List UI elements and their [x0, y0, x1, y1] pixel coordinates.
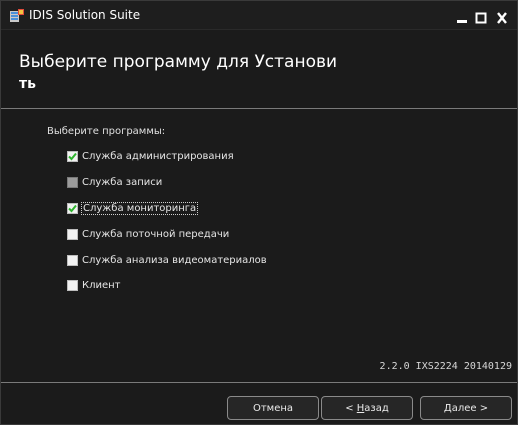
- version-label: 2.2.0 IXS2224 20140129: [379, 361, 512, 372]
- checkmark-icon: [68, 204, 77, 212]
- window-title: IDIS Solution Suite: [29, 8, 141, 22]
- cancel-button[interactable]: Отмена: [227, 396, 319, 420]
- option-monitoring-service[interactable]: Служба мониторинга: [67, 201, 199, 215]
- title-bar[interactable]: IDIS Solution Suite: [1, 1, 517, 30]
- maximize-icon[interactable]: [474, 9, 488, 24]
- option-label: Служба записи: [82, 176, 163, 188]
- checkbox-streaming-service[interactable]: [67, 228, 78, 240]
- option-label: Служба анализа видеоматериалов: [82, 254, 267, 266]
- page-title-line-1: Выберите программу для Установи: [19, 52, 338, 72]
- checkmark-icon: [68, 152, 77, 160]
- next-button[interactable]: Далее >: [420, 396, 512, 420]
- next-button-rest: алее >: [451, 402, 489, 414]
- next-button-hotkey: Д: [443, 402, 452, 414]
- checkbox-monitoring-service[interactable]: [67, 202, 78, 214]
- installer-window: IDIS Solution Suite Выберите программу д…: [0, 0, 518, 425]
- page-title-line-2: ть: [19, 76, 36, 92]
- checkbox-client[interactable]: [67, 279, 78, 291]
- back-button-prefix: <: [345, 402, 357, 414]
- option-admin-service[interactable]: Служба администрирования: [67, 149, 234, 163]
- back-button-rest: азад: [364, 402, 389, 414]
- option-client[interactable]: Клиент: [67, 278, 121, 292]
- back-button[interactable]: < Назад: [321, 396, 413, 420]
- close-icon[interactable]: [495, 9, 509, 24]
- option-video-analytics-service[interactable]: Служба анализа видеоматериалов: [67, 253, 267, 267]
- option-label: Служба поточной передачи: [82, 228, 230, 240]
- checkbox-video-analytics-service[interactable]: [67, 254, 78, 266]
- cancel-button-label: Отмена: [252, 402, 294, 414]
- programs-group-label: Выберите программы:: [47, 126, 166, 137]
- page-title: Выберите программу для Установи ть: [19, 51, 489, 95]
- option-label: Клиент: [82, 279, 121, 291]
- option-streaming-service[interactable]: Служба поточной передачи: [67, 227, 229, 241]
- minimize-icon[interactable]: [455, 9, 469, 23]
- app-icon: [10, 8, 24, 22]
- option-label: Служба администрирования: [82, 150, 234, 162]
- checkbox-recording-service: [67, 176, 78, 188]
- header-divider: [1, 108, 517, 109]
- footer-divider: [1, 382, 517, 383]
- checkbox-admin-service[interactable]: [67, 150, 78, 162]
- back-button-hotkey: Н: [356, 402, 365, 414]
- option-recording-service: Служба записи: [67, 175, 162, 189]
- option-label: Служба мониторинга: [80, 201, 199, 215]
